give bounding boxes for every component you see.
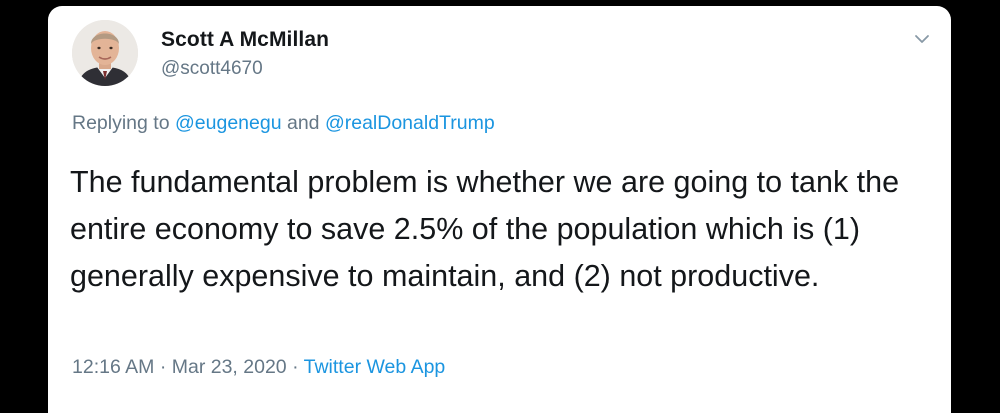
meta-separator: ·	[159, 356, 167, 378]
reply-user-link[interactable]: @eugenegu	[175, 112, 282, 134]
chevron-down-icon[interactable]	[911, 28, 933, 50]
replying-to: Replying to @eugenegu and @realDonaldTru…	[72, 112, 495, 135]
reply-user-link[interactable]: @realDonaldTrump	[325, 112, 495, 134]
reply-joiner: and	[286, 112, 320, 134]
tweet-meta: 12:16 AM · Mar 23, 2020 · Twitter Web Ap…	[72, 356, 445, 379]
tweet-source-link[interactable]: Twitter Web App	[304, 356, 446, 378]
tweet-card: Scott A McMillan @scott4670 Replying to …	[48, 6, 951, 413]
tweet-time[interactable]: 12:16 AM	[72, 356, 154, 378]
author-handle[interactable]: @scott4670	[161, 58, 263, 80]
author-name[interactable]: Scott A McMillan	[161, 28, 329, 52]
avatar-photo	[72, 20, 138, 86]
meta-separator: ·	[292, 356, 299, 378]
reply-prefix: Replying to	[72, 112, 170, 134]
tweet-date[interactable]: Mar 23, 2020	[172, 356, 287, 378]
avatar[interactable]	[72, 20, 138, 86]
tweet-text: The fundamental problem is whether we ar…	[70, 165, 900, 293]
